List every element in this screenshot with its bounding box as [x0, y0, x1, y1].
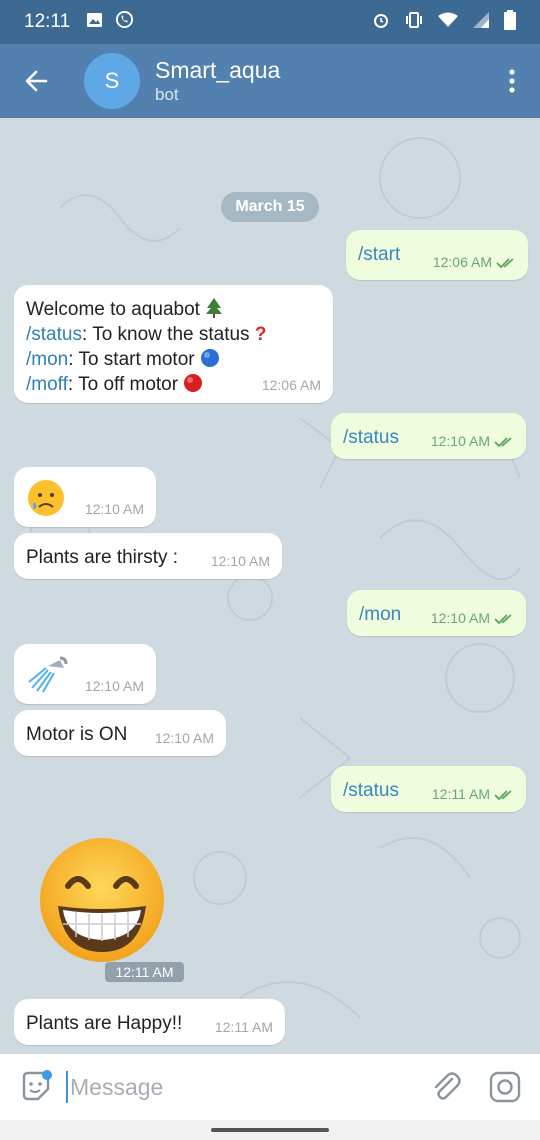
message-time: 12:11 AM: [431, 786, 490, 802]
message-input[interactable]: [66, 1071, 386, 1103]
message-time: 12:06 AM: [432, 254, 492, 270]
message-time: 12:10 AM: [84, 678, 144, 694]
message-meta: 12:10 AM: [431, 433, 514, 449]
message-time: 12:10 AM: [84, 501, 144, 517]
tree-emoji: [206, 298, 223, 318]
welcome-line: Welcome to aquabot: [26, 299, 200, 320]
message-bubble-incoming[interactable]: 12:10 AM: [14, 644, 156, 704]
mon-command-desc: : To start motor: [68, 349, 195, 370]
message-time: 12:11 AM: [214, 1019, 273, 1035]
alarm-icon: [372, 11, 390, 34]
more-vertical-icon: [509, 69, 515, 93]
status-bar: 12:11: [0, 0, 540, 44]
date-separator: March 15: [221, 192, 319, 222]
message-text: /start: [358, 244, 401, 265]
message-meta: 12:10 AM: [431, 610, 514, 626]
chat-subtitle: bot: [155, 85, 179, 104]
red-circle-emoji: [184, 374, 203, 392]
back-button[interactable]: [0, 44, 72, 118]
sticker-button[interactable]: [18, 1069, 54, 1105]
message-text: /status: [343, 780, 399, 801]
blue-circle-emoji: [200, 349, 219, 367]
chat-header: S Smart_aqua bot: [0, 44, 540, 118]
whatsapp-icon: [115, 10, 134, 34]
message-text: Plants are thirsty :: [26, 547, 179, 568]
home-indicator[interactable]: [211, 1128, 329, 1132]
attach-button[interactable]: [430, 1071, 462, 1103]
chat-title: Smart_aqua: [155, 57, 281, 83]
status-time: 12:11: [24, 11, 71, 32]
message-bubble-outgoing[interactable]: /status 12:11 AM: [331, 766, 526, 812]
wifi-icon: [438, 12, 458, 33]
message-text: Motor is ON: [26, 724, 128, 745]
sticker-icon: [22, 1070, 52, 1101]
message-meta: 12:06 AM: [433, 254, 516, 270]
message-bubble-incoming[interactable]: Welcome to aquabot /status: To know the …: [14, 285, 333, 403]
message-time: 12:10 AM: [430, 610, 490, 626]
vibrate-icon: [404, 11, 424, 34]
question-mark-emoji: ?: [254, 324, 267, 345]
double-check-icon: [494, 790, 512, 801]
message-meta: 12:11 AM: [432, 786, 514, 802]
moff-command-desc: : To off motor: [67, 374, 179, 395]
double-check-icon: [494, 614, 512, 625]
sad-sweat-emoji: [28, 480, 64, 516]
moff-command-link[interactable]: /moff: [26, 374, 68, 395]
paperclip-icon: [434, 1072, 461, 1100]
system-nav-bar: [0, 1120, 540, 1140]
message-bubble-outgoing[interactable]: /start 12:06 AM: [346, 230, 528, 280]
message-bubble-incoming[interactable]: Plants are thirsty : 12:10 AM: [14, 533, 282, 579]
arrow-left-icon: [25, 70, 48, 92]
status-command-link[interactable]: /status: [26, 324, 82, 345]
avatar[interactable]: S: [84, 53, 140, 109]
more-options-button[interactable]: [484, 44, 540, 118]
message-time: 12:10 AM: [430, 433, 490, 449]
message-bubble-incoming[interactable]: Plants are Happy!! 12:11 AM: [14, 999, 285, 1045]
shower-emoji: [28, 656, 68, 693]
message-time: 12:10 AM: [210, 553, 270, 569]
message-bubble-incoming[interactable]: 12:10 AM: [14, 467, 156, 527]
message-time: 12:10 AM: [154, 730, 214, 746]
message-bubble-outgoing[interactable]: /mon 12:10 AM: [347, 590, 526, 636]
signal-icon: [472, 11, 490, 34]
camera-button[interactable]: [488, 1070, 522, 1104]
battery-icon: [504, 9, 516, 35]
message-time: 12:11 AM: [105, 962, 184, 982]
message-bubble-outgoing[interactable]: /status 12:10 AM: [331, 413, 526, 459]
mon-command-link[interactable]: /mon: [26, 349, 68, 370]
double-check-icon: [494, 437, 512, 448]
message-text: Plants are Happy!!: [26, 1013, 183, 1034]
gallery-icon: [86, 12, 103, 33]
message-text: /mon: [359, 604, 402, 625]
message-text: Welcome to aquabot /status: To know the …: [26, 297, 266, 397]
grinning-emoji[interactable]: [36, 834, 168, 966]
message-bubble-incoming[interactable]: Motor is ON 12:10 AM: [14, 710, 226, 756]
message-text: /status: [343, 427, 399, 448]
camera-icon: [489, 1071, 521, 1103]
double-check-icon: [496, 258, 514, 269]
chat-area[interactable]: March 15 /start 12:06 AM Welcome to aqua…: [0, 118, 540, 1054]
message-composer: [0, 1054, 540, 1120]
message-time: 12:06 AM: [261, 377, 321, 393]
chat-title-group[interactable]: Smart_aqua bot: [155, 56, 280, 106]
status-command-desc: : To know the status: [81, 324, 250, 345]
